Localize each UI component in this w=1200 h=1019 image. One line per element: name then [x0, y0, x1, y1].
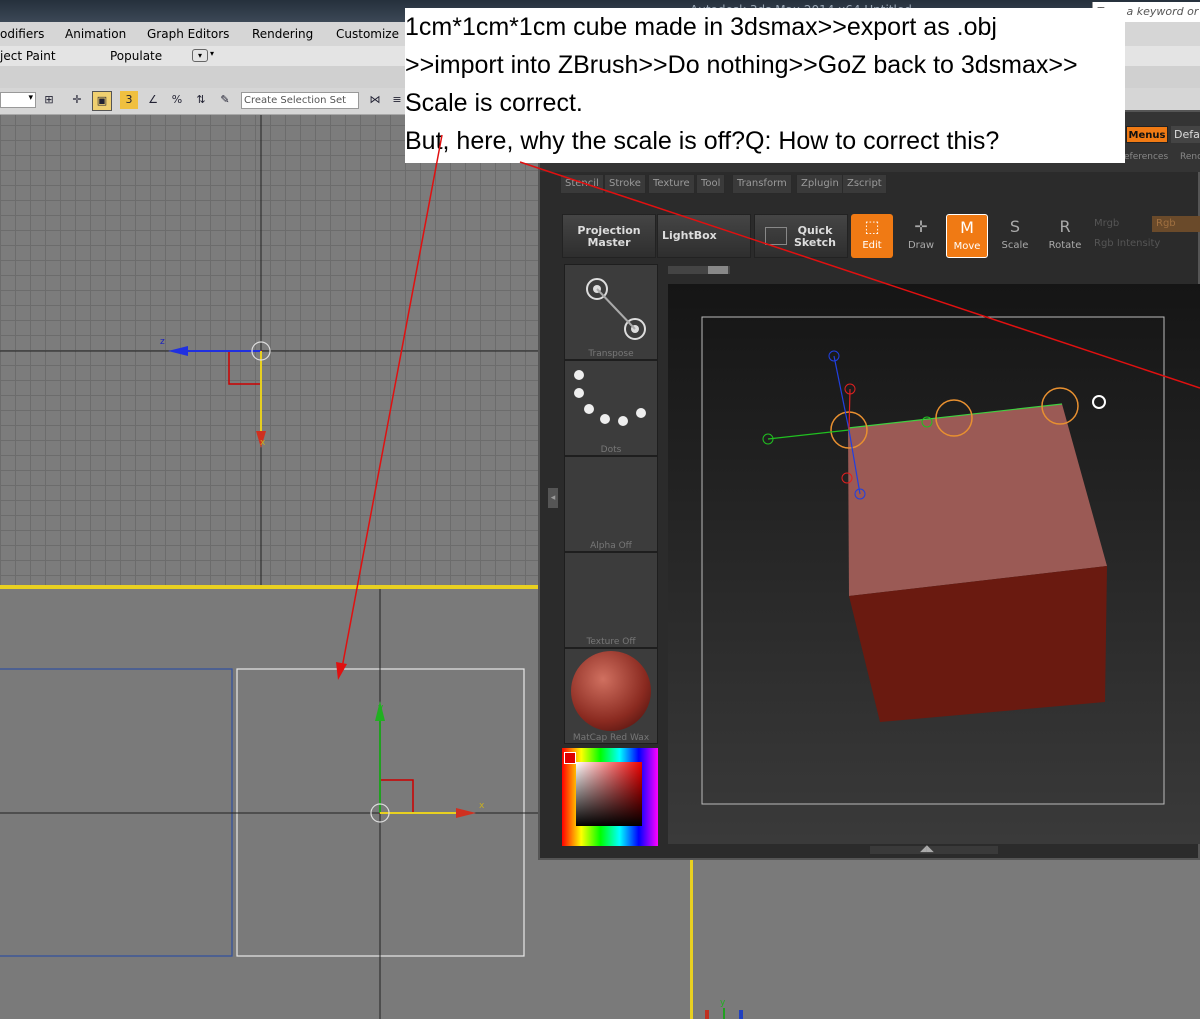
edit-icon: ⬚: [864, 217, 880, 236]
tab-transform[interactable]: Transform: [732, 174, 792, 194]
thumb-matcap-label: MatCap Red Wax: [572, 733, 650, 743]
annotation-line-2: >>import into ZBrush>>Do nothing>>GoZ ba…: [405, 51, 1078, 79]
quick-sketch-label: Quick Sketch: [793, 224, 836, 249]
select-manipulate-icon[interactable]: ▣: [92, 91, 112, 111]
transpose-icon: [586, 278, 646, 340]
quick-sketch-icon: [765, 227, 787, 245]
selection-set-dropdown[interactable]: Create Selection Set: [241, 92, 359, 109]
rotate-button[interactable]: R Rotate: [1044, 214, 1086, 258]
default-button[interactable]: Defa: [1171, 126, 1200, 143]
scale-icon: S: [1009, 217, 1021, 236]
center-pivot-icon[interactable]: ✛: [68, 91, 86, 109]
edit-named-selection-icon[interactable]: ✎: [216, 91, 234, 109]
thumb-texture[interactable]: Texture Off: [564, 552, 658, 648]
menu-animation[interactable]: Animation: [65, 27, 126, 41]
angle-snap-icon[interactable]: ∠: [144, 91, 162, 109]
thumb-texture-label: Texture Off: [586, 637, 636, 647]
draw-icon: ✛: [914, 217, 928, 236]
dots-icon: [574, 370, 646, 426]
cube-viewport: [701, 316, 1165, 805]
viewport-right[interactable]: y: [690, 860, 1200, 1019]
axis-tick-green: [723, 1008, 725, 1019]
tab-render[interactable]: Rend: [1180, 152, 1200, 162]
rgb-button[interactable]: Rgb: [1152, 216, 1200, 232]
move-button[interactable]: M Move: [946, 214, 988, 258]
current-color-swatch[interactable]: [564, 752, 576, 764]
menus-button[interactable]: Menus: [1126, 126, 1168, 143]
thumb-transpose[interactable]: Transpose: [564, 264, 658, 360]
scale-button[interactable]: S Scale: [994, 214, 1036, 258]
tab-zplugin[interactable]: Zplugin: [796, 174, 844, 194]
annotation-line-1: 1cm*1cm*1cm cube made in 3dsmax>>export …: [405, 13, 997, 41]
align-icon[interactable]: ≡: [388, 91, 406, 109]
snap-pivot-icon[interactable]: ⊞: [40, 91, 58, 109]
spinner-snap-icon[interactable]: ⇅: [192, 91, 210, 109]
rotate-icon: R: [1059, 217, 1071, 236]
color-picker[interactable]: [562, 748, 658, 846]
move-icon: M: [960, 218, 974, 237]
percent-snap-icon[interactable]: %: [168, 91, 186, 109]
axis-label-y-right: y: [720, 998, 726, 1008]
annotation-line-3: Scale is correct.: [405, 89, 583, 117]
chevron-down-icon[interactable]: ▾: [210, 49, 214, 58]
axis-label-y: y: [378, 703, 384, 713]
color-picker-square[interactable]: [576, 762, 642, 826]
axis-tick-blue: [739, 1010, 743, 1019]
menu-graph-editors[interactable]: Graph Editors: [147, 27, 229, 41]
rotate-label: Rotate: [1048, 240, 1082, 251]
shelf-arrows-icon[interactable]: ◢◣: [920, 844, 934, 854]
annotation-line-4: But, here, why the scale is off?Q: How t…: [405, 127, 1000, 155]
thumb-transpose-label: Transpose: [588, 349, 634, 359]
move-label: Move: [953, 241, 981, 252]
edit-label: Edit: [862, 240, 882, 251]
thumb-dots-label: Dots: [600, 445, 622, 455]
viewport-top[interactable]: z x: [0, 115, 540, 585]
edit-button[interactable]: ⬚ Edit: [851, 214, 893, 258]
viewport-front-gizmo: [0, 589, 540, 1019]
tab-zscript[interactable]: Zscript: [842, 174, 887, 194]
tab-preferences[interactable]: eferences: [1124, 152, 1168, 162]
rgb-intensity-slider[interactable]: Rgb Intensity: [1094, 238, 1160, 249]
ribbon-populate[interactable]: Populate: [110, 49, 162, 63]
bottom-shelf[interactable]: [870, 846, 998, 854]
scale-label: Scale: [1001, 240, 1029, 251]
axis-label-x-front: x: [479, 801, 485, 811]
draw-label: Draw: [907, 240, 935, 251]
draw-button[interactable]: ✛ Draw: [900, 214, 942, 258]
annotation-box: 1cm*1cm*1cm cube made in 3dsmax>>export …: [405, 8, 1125, 163]
thumb-alpha[interactable]: Alpha Off: [564, 456, 658, 552]
thumb-matcap[interactable]: MatCap Red Wax: [564, 648, 658, 744]
mrgb-button[interactable]: Mrgb: [1094, 218, 1119, 229]
tray-toggle-icon[interactable]: ◂: [548, 488, 558, 508]
axis-label-z: z: [160, 337, 165, 347]
menu-rendering[interactable]: Rendering: [252, 27, 313, 41]
menu-modifiers[interactable]: odifiers: [0, 27, 44, 41]
quick-sketch-button[interactable]: Quick Sketch: [754, 214, 848, 258]
tab-tool[interactable]: Tool: [696, 174, 726, 194]
zbrush-window: Menus Defa eferences Rend Stencil Stroke…: [538, 110, 1200, 860]
tab-stencil[interactable]: Stencil: [560, 174, 604, 194]
snap-3d-icon[interactable]: 3: [120, 91, 138, 109]
matcap-sphere-icon: [571, 651, 651, 731]
menu-customize[interactable]: Customize: [336, 27, 399, 41]
thumb-alpha-label: Alpha Off: [590, 541, 632, 551]
scroll-thumb[interactable]: [708, 266, 728, 274]
ribbon-options-icon[interactable]: ▾: [192, 49, 208, 62]
tab-texture[interactable]: Texture: [648, 174, 695, 194]
axis-tick-red: [705, 1010, 709, 1019]
ribbon-object-paint[interactable]: ject Paint: [0, 49, 56, 63]
projection-master-button[interactable]: Projection Master: [562, 214, 656, 258]
viewport-top-gizmo: [0, 115, 540, 585]
viewport-front[interactable]: y x: [0, 589, 540, 1019]
tab-stroke[interactable]: Stroke: [604, 174, 646, 194]
thumb-dots[interactable]: Dots: [564, 360, 658, 456]
zbrush-canvas[interactable]: [668, 284, 1200, 844]
mirror-icon[interactable]: ⋈: [366, 91, 384, 109]
reference-dropdown[interactable]: ▾: [0, 92, 36, 108]
lightbox-button[interactable]: LightBox: [657, 214, 751, 258]
axis-label-x: x: [260, 438, 266, 448]
